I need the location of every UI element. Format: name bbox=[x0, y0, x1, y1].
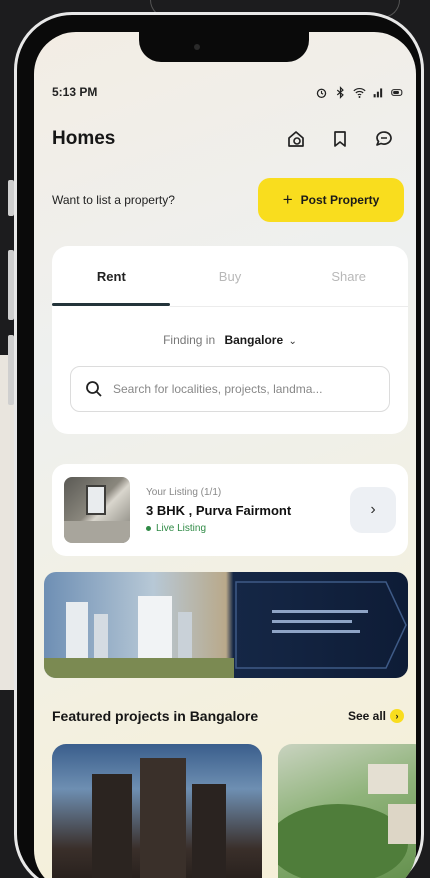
listing-status-text: Live Listing bbox=[156, 522, 207, 534]
my-listing-card[interactable]: Your Listing (1/1) 3 BHK , Purva Fairmon… bbox=[52, 464, 408, 556]
tab-buy[interactable]: Buy bbox=[171, 246, 290, 306]
chevron-right-icon[interactable]: › bbox=[350, 487, 396, 533]
featured-project-card[interactable] bbox=[278, 744, 416, 878]
promo-banner[interactable] bbox=[44, 572, 408, 678]
header-actions bbox=[286, 129, 394, 149]
post-property-row: Want to list a property? + Post Property bbox=[52, 178, 404, 222]
home-alert-icon[interactable] bbox=[286, 129, 306, 149]
listing-thumbnail bbox=[64, 477, 130, 543]
wifi-icon bbox=[353, 87, 366, 98]
featured-project-card[interactable] bbox=[52, 744, 262, 878]
city-selector[interactable]: Bangalore bbox=[224, 333, 283, 347]
post-property-label: Post Property bbox=[300, 193, 380, 207]
banner-artwork bbox=[44, 581, 407, 678]
chat-icon[interactable] bbox=[374, 129, 394, 149]
page-title: Homes bbox=[52, 128, 116, 149]
project-image bbox=[92, 758, 226, 878]
search-tabs: Rent Buy Share bbox=[52, 246, 408, 306]
listing-label: Your Listing (1/1) bbox=[146, 486, 222, 498]
status-bar: 5:13 PM bbox=[52, 84, 404, 100]
plus-icon: + bbox=[282, 190, 293, 209]
tab-share[interactable]: Share bbox=[289, 246, 408, 306]
search-card: Rent Buy Share Finding in Bangalore ⌄ Se… bbox=[52, 246, 408, 434]
finding-in-label: Finding in bbox=[163, 333, 216, 347]
search-input[interactable]: Search for localities, projects, landma.… bbox=[70, 366, 390, 412]
see-all-link[interactable]: See all › bbox=[348, 709, 404, 723]
active-tab-indicator bbox=[52, 303, 170, 306]
tabs-divider bbox=[170, 306, 408, 307]
signal-icon bbox=[373, 87, 383, 97]
notch bbox=[139, 32, 309, 62]
search-placeholder: Search for localities, projects, landma.… bbox=[113, 382, 323, 396]
chevron-down-icon[interactable]: ⌄ bbox=[289, 336, 297, 347]
featured-title: Featured projects in Bangalore bbox=[52, 708, 259, 724]
post-property-prompt: Want to list a property? bbox=[52, 193, 175, 207]
city-selector-row: Finding in Bangalore ⌄ bbox=[52, 333, 408, 347]
app-screen: 5:13 PM Homes Want to list a property? + bbox=[34, 32, 416, 878]
post-property-button[interactable]: + Post Property bbox=[258, 178, 404, 222]
battery-icon bbox=[391, 88, 403, 96]
project-image bbox=[278, 764, 416, 878]
listing-info: Your Listing (1/1) 3 BHK , Purva Fairmon… bbox=[146, 487, 350, 534]
alarm-icon bbox=[316, 88, 327, 98]
status-time: 5:13 PM bbox=[52, 85, 98, 99]
chevron-right-icon: › bbox=[390, 709, 404, 723]
tab-rent[interactable]: Rent bbox=[52, 246, 171, 306]
live-dot-icon bbox=[146, 525, 151, 531]
featured-header: Featured projects in Bangalore See all › bbox=[52, 708, 404, 724]
listing-title: 3 BHK , Purva Fairmont bbox=[146, 502, 292, 518]
search-icon bbox=[86, 381, 102, 397]
bluetooth-icon bbox=[336, 85, 344, 99]
bookmark-icon[interactable] bbox=[330, 129, 350, 149]
app-header: Homes bbox=[52, 128, 404, 150]
status-icons bbox=[315, 85, 404, 99]
see-all-label: See all bbox=[347, 709, 386, 723]
front-camera bbox=[194, 44, 200, 50]
listing-status: Live Listing bbox=[146, 523, 350, 534]
